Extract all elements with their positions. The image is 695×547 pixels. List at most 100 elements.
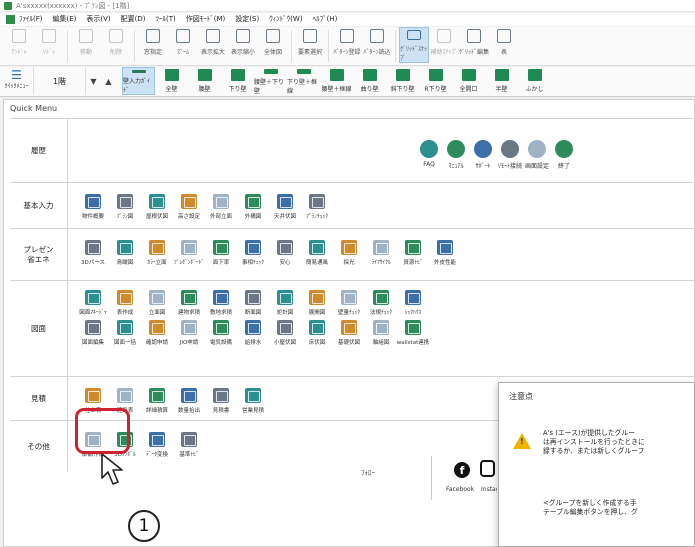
quick-menu-item[interactable]: 敷地求積 [206,287,236,317]
quick-menu-item[interactable]: 床伏図 [302,317,332,347]
quick-menu-item[interactable]: JIO申請 [174,317,204,347]
quick-menu-item[interactable]: 数量拾出 [174,385,204,415]
quick-menu-item[interactable]: 物件概要 [78,191,108,221]
quick-menu-item[interactable]: ﾗｲﾌｻｲｸﾙ [366,237,396,267]
facebook-icon[interactable]: f [454,462,470,478]
quick-menu-item[interactable]: 小屋伏図 [270,317,300,347]
quick-menu-item[interactable]: 3Dパース [78,237,108,267]
menu-settings[interactable]: 設定(S) [235,13,259,26]
quick-menu-item-label: 小屋伏図 [273,340,296,346]
toolbar-button-label: 表 [500,49,507,56]
floor-down-icon[interactable]: ▼ [86,67,101,95]
quick-menu-item[interactable]: 展開図 [302,287,332,317]
toolbar-button[interactable]: ﾊﾟﾀｰﾝ読込 [362,27,392,63]
quick-menu-item[interactable]: 天井伏図 [270,191,300,221]
quick-menu-item[interactable]: 基礎伏図 [334,317,364,347]
quick-menu-item[interactable]: 基準ﾅﾋﾞ [174,429,204,459]
wall-button[interactable]: R下り壁 [419,67,452,95]
quick-menu-item[interactable]: 矩計図 [270,287,300,317]
wall-button[interactable]: 全開口 [452,67,485,95]
quick-menu-item[interactable]: 壁量ﾁｪｯｸ [334,287,364,317]
quick-menu-item[interactable]: 確認申請 [142,317,172,347]
toolbar-button[interactable]: ｽﾞｰﾑ [168,27,198,63]
wall-button[interactable]: 壁入力ｶﾞｲﾄﾞ [122,67,155,95]
wall-button[interactable]: ふかし [518,67,551,95]
quick-menu-item[interactable]: 屋根伏図 [142,191,172,221]
instagram-icon[interactable] [480,460,495,477]
menu-window[interactable]: ｳｨﾝﾄﾞｳ(W) [269,13,302,26]
toolbar-button[interactable]: 要素選択 [295,27,325,63]
toolbar-button[interactable]: 表 [489,27,519,63]
quick-menu-button[interactable]: ☰ ｸｲｯｸﾒﾆｭｰ [0,67,34,95]
wall-button[interactable]: 半壁 [485,67,518,95]
quick-menu-item[interactable]: 見積書 [206,385,236,415]
app-menu-icon[interactable] [6,15,15,24]
quick-menu-item[interactable]: 給排水 [238,317,268,347]
toolbar-button[interactable]: ﾊﾟﾀｰﾝ登録 [332,27,362,63]
quick-menu-item[interactable]: 表作成 [110,287,140,317]
wall-button[interactable]: 腰壁＋框線 [320,67,353,95]
menu-place[interactable]: 配置(D) [121,13,146,26]
toolbar-button[interactable]: 削除 [101,27,131,63]
toolbar-button[interactable]: ﾘﾄﾞｩ [34,27,64,63]
toolbar-button[interactable]: 移動 [71,27,101,63]
quick-menu-item[interactable]: ﾌﾟﾗﾝﾁｪｯｸ [302,191,332,221]
quick-menu-item[interactable]: 軸組図 [366,317,396,347]
wall-button[interactable]: 斜下り壁 [386,67,419,95]
floor-selector[interactable]: 1階 [34,67,86,95]
quick-menu-item[interactable]: 外皮性能 [430,237,460,267]
quick-menu-item[interactable]: 鳥瞰図 [110,237,140,267]
support-item[interactable]: 終了 [543,140,585,170]
menu-tools[interactable]: ﾂｰﾙ(T) [156,13,176,26]
quick-menu-item[interactable]: 建物求積 [174,287,204,317]
quick-menu-item[interactable]: 資源ﾅﾋﾞ [398,237,428,267]
quick-menu-item[interactable]: ﾌﾟﾚｾﾞﾝﾎﾞｰﾄﾞ [174,237,204,267]
toolbar-button[interactable]: ｱﾝﾄﾞｩ [4,27,34,63]
menu-file[interactable]: ﾌｧｲﾙ(F) [19,13,43,26]
quick-menu-item[interactable]: 外構図 [238,191,268,221]
quick-menu-item[interactable]: 断面図 [238,287,268,317]
toolbar-button[interactable]: 全体図 [258,27,288,63]
quick-menu-item[interactable]: 立面図 [142,287,172,317]
menu-edit[interactable]: 編集(E) [53,13,77,26]
wall-button[interactable]: 腰壁 [188,67,221,95]
quick-menu-item[interactable]: 採光 [334,237,364,267]
quick-menu-item[interactable]: 安心 [270,237,300,267]
quick-menu-item[interactable]: 事相ﾁｪｯｸ [238,237,268,267]
quick-menu-item[interactable]: ｶﾗｰ立面 [142,237,172,267]
menu-view[interactable]: 表示(V) [86,13,110,26]
toolbar-button[interactable]: ｸﾞﾘｯﾄﾞ編集 [459,27,489,63]
toolbar-button[interactable]: 表示拡大 [198,27,228,63]
quick-menu-item[interactable]: 図面ﾏﾈｰｼﾞｬ [78,287,108,317]
quick-menu-item[interactable]: wallstat連携 [397,317,429,347]
quick-menu-item[interactable]: 営業見積 [238,385,268,415]
quick-menu-item[interactable]: 外部立面 [206,191,236,221]
quick-menu-item[interactable]: 高さ設定 [174,191,204,221]
quick-menu-item[interactable]: ﾌﾟﾗﾝ図 [110,191,140,221]
toolbar-button[interactable]: 表示縮小 [228,27,258,63]
quick-menu-item-label: 物件概要 [81,214,104,220]
wall-button[interactable]: 曲り壁 [353,67,386,95]
quick-menu-item[interactable]: 簡易通風 [302,237,332,267]
wall-button[interactable]: 腰壁＋下り壁 [254,67,287,95]
quick-menu-item[interactable]: 法規ﾁｪｯｸ [366,287,396,317]
row-items: 3Dパース 鳥瞰図 ｶﾗｰ立面 ﾌﾟﾚｾﾞﾝﾎﾞｰﾄﾞ 面下率 事相ﾁｪｯｸ 安心 簡易通風 採… [78,237,538,267]
wall-button[interactable]: 全壁 [155,67,188,95]
quick-menu-item[interactable]: ｼｯｸﾊｳｽ [398,287,428,317]
floor-up-icon[interactable]: ▲ [101,67,116,95]
wall-button[interactable]: 下り壁 [221,67,254,95]
toolbar-button[interactable]: 補助ｽﾅｯﾌﾟ [429,27,459,63]
wall-button[interactable]: 下り壁＋框線 [287,67,320,95]
menu-draw-mode[interactable]: 作図ﾓｰﾄﾞ(M) [186,13,226,26]
quick-menu-item[interactable]: 図面編集 [78,317,108,347]
dialog-text-line: A's (エース)が提供したグルー [543,429,635,437]
menu-help[interactable]: ﾍﾙﾌﾟ(H) [313,13,338,26]
quick-menu-item[interactable]: 面下率 [206,237,236,267]
quick-menu-item[interactable]: 詳細積算 [142,385,172,415]
toolbar-button[interactable]: 窓指定 [138,27,168,63]
toolbar-button[interactable]: ｸﾞﾘｯﾄﾞｽﾅｯﾌﾟ [399,27,429,63]
quick-menu-item[interactable]: 図面一括 [110,317,140,347]
quick-menu-item[interactable]: 電気設備 [206,317,236,347]
quick-menu-item-icon [245,320,261,335]
quick-menu-item[interactable]: ﾃﾞｰﾀ変換 [142,429,172,459]
